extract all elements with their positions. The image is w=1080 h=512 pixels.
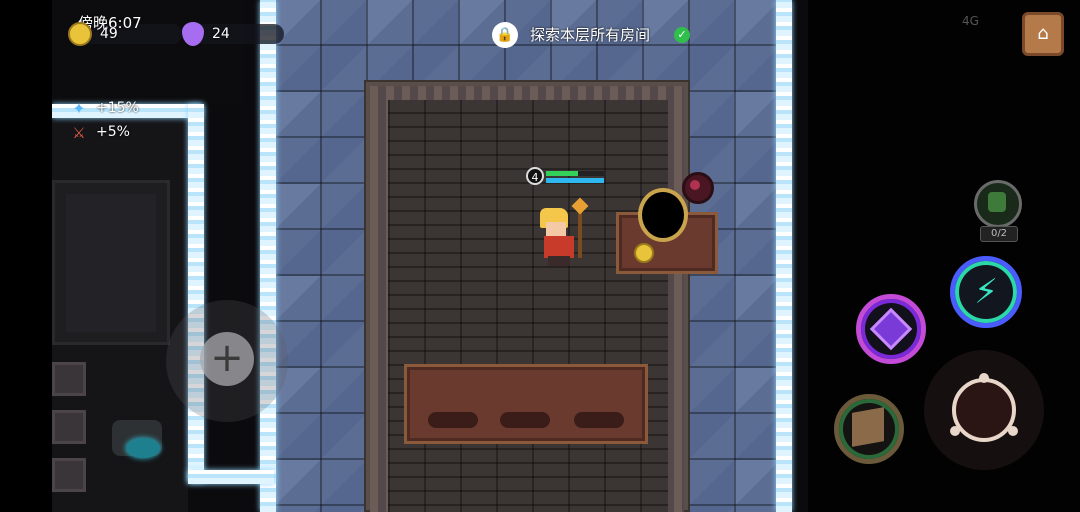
game-scene: 4 xyxy=(52,0,808,512)
counter-slot[interactable] xyxy=(574,412,624,428)
left-wall-inner xyxy=(66,194,156,332)
shop-counter[interactable] xyxy=(404,364,648,444)
counter-slot[interactable] xyxy=(428,412,478,428)
player-level-badge: 4 xyxy=(526,167,544,185)
left-letterbox xyxy=(0,0,52,512)
attack-button[interactable] xyxy=(952,378,1016,442)
joystick-knob[interactable]: + xyxy=(200,332,254,386)
cauldron-water xyxy=(126,438,160,458)
counter-slot[interactable] xyxy=(500,412,550,428)
ice-ledge xyxy=(188,104,204,482)
lightning-icon: ⚡ xyxy=(974,272,998,312)
check-icon: ✓ xyxy=(674,27,690,43)
ice-wall-left xyxy=(260,0,276,512)
mp-bar-fill xyxy=(546,178,604,183)
signal-indicator: 4G xyxy=(962,14,979,28)
buff-value: +5% xyxy=(96,124,130,140)
portal[interactable] xyxy=(638,188,688,242)
gem-count: 24 xyxy=(212,26,230,42)
ice-ledge xyxy=(188,470,274,484)
pet-count: 0/2 xyxy=(980,226,1018,242)
attack-dot xyxy=(1008,426,1018,436)
crate xyxy=(52,458,86,492)
crate xyxy=(52,362,86,396)
sparkle-icon: ✦ xyxy=(72,99,86,118)
quest-objective: 探索本层所有房间 xyxy=(530,26,651,44)
pet-icon xyxy=(988,192,1006,212)
hero-body xyxy=(544,236,574,258)
gold-count: 49 xyxy=(100,26,118,42)
room-floor xyxy=(388,100,668,512)
crate xyxy=(52,410,86,444)
buff-value: +15% xyxy=(96,100,139,116)
pedestal-gem xyxy=(690,180,700,190)
box-icon xyxy=(852,407,884,447)
attack-dot xyxy=(979,373,989,383)
gold-coin-icon xyxy=(68,22,92,46)
lock-icon: 🔒 xyxy=(492,22,518,48)
hero-face xyxy=(546,222,566,236)
ice-wall-right xyxy=(776,0,792,512)
gold-coin-pickup[interactable] xyxy=(634,243,654,263)
sword-icon: ⚔ xyxy=(72,124,86,142)
hero-legs xyxy=(548,256,570,266)
attack-dot xyxy=(950,426,960,436)
hp-bar-fill xyxy=(546,171,578,176)
backpack-button[interactable]: ⌂ xyxy=(1022,12,1064,56)
